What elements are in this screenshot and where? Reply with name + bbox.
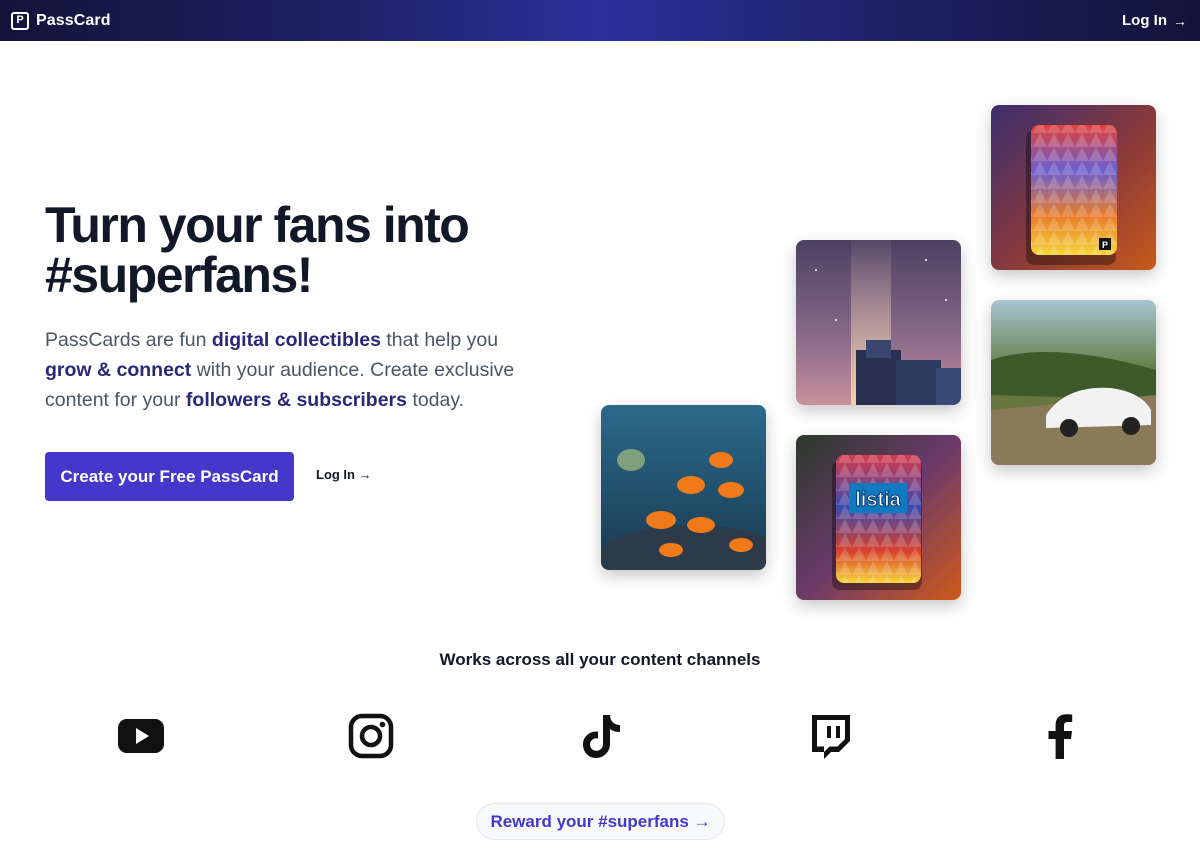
header-login-link[interactable]: Log In → <box>1122 12 1187 29</box>
hero-title: Turn your fans into #superfans! <box>45 200 565 300</box>
sports-car-image <box>991 300 1156 465</box>
twitch-icon <box>805 711 855 761</box>
clownfish-reef-image <box>601 405 766 570</box>
hero-highlight-followers-subscribers: followers & subscribers <box>185 389 407 411</box>
channels-heading: Works across all your content channels <box>439 650 761 669</box>
robot-scene-image <box>796 240 961 405</box>
tiktok-icon <box>576 711 626 761</box>
listia-card-text: listia <box>855 489 901 511</box>
header-login-label: Log In <box>1122 12 1167 29</box>
top-navigation-bar: P PassCard Log In → <box>0 0 1200 41</box>
hero-text-part: PassCards are fun <box>45 329 212 351</box>
passcard-logo-icon: P <box>11 11 29 30</box>
passcard-geometric-image: P <box>991 105 1156 270</box>
passcard-badge-letter: P <box>1102 240 1108 250</box>
hero-title-line-2: #superfans! <box>45 247 313 303</box>
brand-name: PassCard <box>36 11 111 29</box>
create-free-passcard-button[interactable]: Create your Free PassCard <box>45 452 294 501</box>
hero-text-part: that help you <box>380 329 499 351</box>
hero-title-line-1: Turn your fans into <box>45 197 470 253</box>
hero-text-part: today. <box>407 389 465 411</box>
hero-description: PassCards are fun digital collectibles t… <box>45 325 545 415</box>
arrow-right-icon: → <box>1173 12 1187 29</box>
instagram-icon <box>346 711 396 761</box>
hero-highlight-digital-collectibles: digital collectibles <box>211 329 381 351</box>
brand-home-link[interactable]: P PassCard <box>11 11 111 30</box>
passcard-listia-image: listia <box>796 435 961 600</box>
hero-highlight-grow-connect: grow & connect <box>45 359 192 381</box>
youtube-icon <box>116 711 166 761</box>
facebook-icon <box>1035 711 1085 761</box>
reward-superfans-link[interactable]: Reward your #superfans → <box>476 803 725 840</box>
hero-login-link[interactable]: Log In → <box>316 467 372 482</box>
